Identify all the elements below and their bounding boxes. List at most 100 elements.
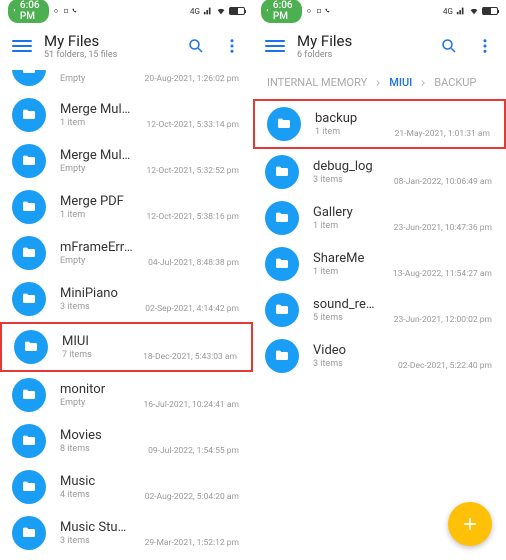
item-date: 13-Aug-2022, 11:54:27 am bbox=[393, 269, 492, 279]
mic-indicator: 6:06 PM bbox=[8, 0, 49, 23]
item-sub: Empty bbox=[60, 164, 132, 174]
list-item[interactable]: Merge PDF1 item12-Oct-2021, 5:38:16 pm bbox=[0, 184, 253, 230]
item-sub: 4 items bbox=[60, 490, 131, 500]
list-item[interactable]: Video3 items02-Dec-2021, 5:22:40 pm bbox=[253, 333, 506, 379]
signal-icon bbox=[203, 6, 213, 16]
item-date: 21-May-2021, 1:01:31 am bbox=[395, 129, 490, 139]
item-name: MiniPiano bbox=[60, 286, 131, 301]
phone-icon bbox=[72, 8, 78, 14]
item-date: 09-Jul-2022, 1:54:55 pm bbox=[148, 446, 239, 456]
battery-icon bbox=[229, 7, 245, 15]
folder-icon bbox=[265, 293, 299, 327]
item-sub: Empty bbox=[60, 398, 129, 408]
list-item[interactable]: debug_log3 items08-Jan-2022, 10:06:49 am bbox=[253, 149, 506, 195]
list-item[interactable]: backup1 item21-May-2021, 1:01:31 am bbox=[253, 99, 506, 149]
item-date: 12-Oct-2021, 5:32:52 pm bbox=[146, 166, 239, 176]
item-date: 23-Jun-2021, 12:00:02 pm bbox=[394, 315, 492, 325]
list-item[interactable]: Merge Multiple PDF FilesEmpty12-Oct-2021… bbox=[0, 138, 253, 184]
search-icon[interactable] bbox=[187, 37, 205, 55]
wifi-icon bbox=[216, 6, 226, 16]
nfc-icon bbox=[63, 8, 69, 14]
app-bar: My Files 6 folders bbox=[253, 22, 506, 70]
list-item[interactable]: monitorEmpty 16-Jul-2021, 10:24:41 am bbox=[0, 372, 253, 418]
item-sub: 1 item bbox=[60, 118, 132, 128]
folder-icon bbox=[265, 155, 299, 189]
status-bar: 6:06 PM 4G bbox=[253, 0, 506, 22]
item-date: 12-Oct-2021, 5:38:16 pm bbox=[146, 212, 239, 222]
item-date: 16-Jul-2021, 10:24:41 am bbox=[143, 400, 239, 410]
list-item[interactable]: ShareMe1 item13-Aug-2022, 11:54:27 am bbox=[253, 241, 506, 287]
app-title: My Files 51 folders, 15 files bbox=[44, 32, 175, 60]
phone-left: 6:06 PM 4G My Files 51 folders, 15 files… bbox=[0, 0, 253, 560]
list-item[interactable]: mFrameErrorReportEmpty04-Jul-2021, 8:48:… bbox=[0, 230, 253, 276]
folder-icon bbox=[12, 190, 46, 224]
list-item[interactable]: Movies8 items09-Jul-2022, 1:54:55 pm bbox=[0, 418, 253, 464]
item-name: MIUI bbox=[62, 334, 129, 349]
list-item[interactable]: Music Studio Lite User Files3 items29-Ma… bbox=[0, 510, 253, 556]
list-item[interactable]: Gallery1 item23-Jun-2021, 10:47:36 pm bbox=[253, 195, 506, 241]
fingerprint-icon bbox=[53, 8, 59, 14]
breadcrumb[interactable]: INTERNAL MEMORY MIUI BACKUP bbox=[253, 70, 506, 99]
item-sub: Empty bbox=[60, 256, 134, 266]
item-sub: 1 item bbox=[315, 127, 381, 137]
menu-button[interactable] bbox=[12, 36, 32, 56]
item-sub: 3 items bbox=[60, 302, 131, 312]
item-sub: 1 item bbox=[60, 210, 132, 220]
crumb[interactable]: BACKUP bbox=[434, 76, 476, 89]
item-date: 08-Jan-2022, 10:06:49 am bbox=[394, 177, 492, 187]
item-sub: 3 items bbox=[60, 536, 131, 546]
folder-icon bbox=[14, 330, 48, 364]
item-name: Music Studio Lite User Files bbox=[60, 520, 131, 535]
file-list[interactable]: backup1 item21-May-2021, 1:01:31 amdebug… bbox=[253, 99, 506, 560]
item-sub: 3 items bbox=[313, 175, 380, 185]
more-icon[interactable] bbox=[223, 37, 241, 55]
folder-icon bbox=[265, 339, 299, 373]
search-icon[interactable] bbox=[440, 37, 458, 55]
folder-icon bbox=[12, 70, 46, 86]
more-icon[interactable] bbox=[476, 37, 494, 55]
item-sub: 1 item bbox=[313, 267, 379, 277]
phone-icon bbox=[325, 8, 331, 14]
network-label: 4G bbox=[443, 7, 453, 16]
list-item[interactable]: sound_recorder5 items 23-Jun-2021, 12:00:… bbox=[253, 287, 506, 333]
item-date: 20-Aug-2021, 1:26:02 pm bbox=[145, 74, 239, 84]
item-sub: 5 items bbox=[313, 313, 380, 323]
list-item[interactable]: Empty 20-Aug-2021, 1:26:02 pm bbox=[0, 70, 253, 92]
folder-icon bbox=[265, 201, 299, 235]
item-name: Movies bbox=[60, 428, 134, 443]
crumb[interactable]: MIUI bbox=[389, 76, 412, 89]
list-item[interactable]: MXTakaTak1 item29-Nov-2021, 11:02:25 pm bbox=[0, 556, 253, 560]
folder-icon bbox=[12, 144, 46, 178]
fingerprint-icon bbox=[306, 8, 312, 14]
signal-icon bbox=[456, 6, 466, 16]
item-date: 02-Dec-2021, 5:22:40 pm bbox=[398, 361, 492, 371]
fab-add[interactable] bbox=[448, 502, 492, 546]
chevron-right-icon bbox=[418, 78, 428, 88]
item-sub: 1 item bbox=[313, 221, 380, 231]
folder-icon bbox=[12, 282, 46, 316]
mic-indicator: 6:06 PM bbox=[261, 0, 302, 23]
app-bar: My Files 51 folders, 15 files bbox=[0, 22, 253, 70]
app-title: My Files 6 folders bbox=[297, 32, 428, 60]
file-list[interactable]: Empty 20-Aug-2021, 1:26:02 pm Merge Multip… bbox=[0, 70, 253, 560]
item-name: sound_recorder bbox=[313, 297, 380, 312]
item-name: monitor bbox=[60, 382, 129, 397]
battery-icon bbox=[482, 7, 498, 15]
folder-icon bbox=[12, 470, 46, 504]
folder-icon bbox=[12, 378, 46, 412]
item-date: 18-Dec-2021, 5:43:03 am bbox=[143, 352, 237, 362]
folder-icon bbox=[12, 236, 46, 270]
item-date: 23-Jun-2021, 10:47:36 pm bbox=[394, 223, 492, 233]
crumb[interactable]: INTERNAL MEMORY bbox=[267, 76, 367, 89]
item-date: 12-Oct-2021, 5:33:14 pm bbox=[146, 120, 239, 130]
list-item[interactable]: Music4 items02-Aug-2022, 5:04:20 am bbox=[0, 464, 253, 510]
item-sub: Empty bbox=[60, 74, 131, 84]
list-item[interactable]: Merge Multiple PDF1 item12-Oct-2021, 5:3… bbox=[0, 92, 253, 138]
list-item[interactable]: MiniPiano3 items 02-Sep-2021, 4:14:42 pm bbox=[0, 276, 253, 322]
menu-button[interactable] bbox=[265, 36, 285, 56]
item-sub: 7 items bbox=[62, 350, 129, 360]
folder-icon bbox=[12, 516, 46, 550]
item-date: 02-Sep-2021, 4:14:42 pm bbox=[145, 304, 239, 314]
list-item[interactable]: MIUI7 items 18-Dec-2021, 5:43:03 am bbox=[0, 322, 253, 372]
folder-icon bbox=[12, 424, 46, 458]
